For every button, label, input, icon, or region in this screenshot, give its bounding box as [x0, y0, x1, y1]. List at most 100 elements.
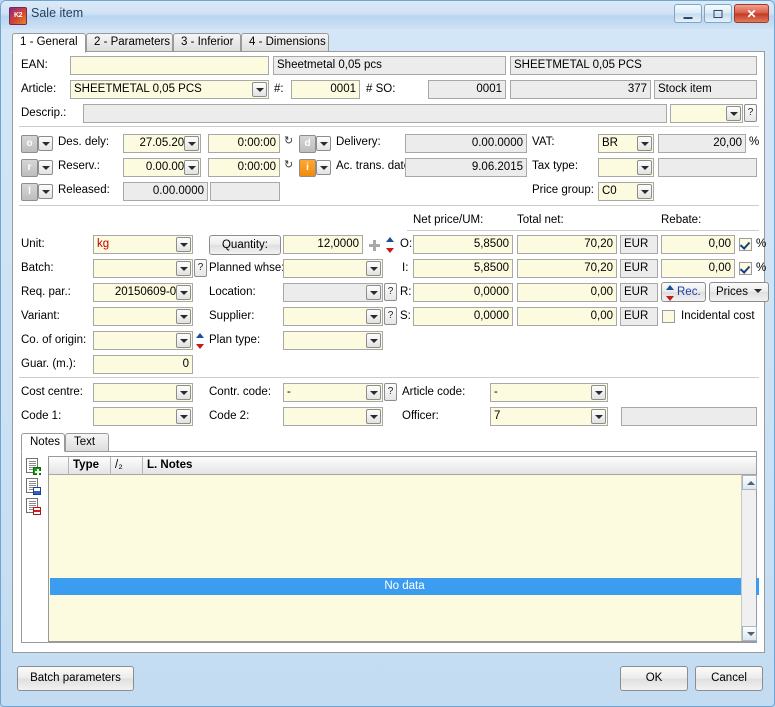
total-net-s-input[interactable]: 0,00 [517, 307, 617, 326]
notes-col-select[interactable] [49, 457, 69, 475]
des-dely-date-dropdown-icon[interactable] [184, 136, 199, 151]
planned-whse-dropdown-icon[interactable] [366, 261, 381, 276]
currency-s: EUR [620, 307, 658, 326]
notes-col-type[interactable]: Type [69, 457, 111, 475]
quantity-add-icon[interactable] [369, 240, 380, 251]
code2-label: Code 2: [209, 410, 250, 422]
descrip-dropdown-icon[interactable] [726, 106, 741, 121]
supplier-dropdown-icon[interactable] [366, 309, 381, 324]
rebate-o-percent-sign: % [756, 238, 767, 250]
maximize-button[interactable] [704, 4, 732, 23]
batch-dropdown-icon[interactable] [176, 261, 191, 276]
ac-trans-state-dropdown-icon[interactable] [316, 160, 331, 175]
incidental-cost-checkbox[interactable] [662, 310, 675, 323]
plan-type-dropdown-icon[interactable] [366, 333, 381, 348]
note-delete-icon[interactable] [26, 498, 41, 515]
descrip-input[interactable] [83, 104, 667, 123]
code2-dropdown-icon[interactable] [366, 409, 381, 424]
article-code-dropdown-icon[interactable] [591, 385, 606, 400]
total-net-i-input[interactable]: 70,20 [517, 259, 617, 278]
ac-trans-state-badge[interactable]: i [299, 159, 316, 177]
rebate-i-checkbox[interactable] [739, 262, 752, 275]
officer-dropdown-icon[interactable] [591, 409, 606, 424]
net-price-i-input[interactable]: 5,8500 [413, 259, 513, 278]
des-dely-time-input[interactable]: 0:00:00 [208, 134, 280, 153]
delivery-state-dropdown-icon[interactable] [316, 136, 331, 151]
quantity-input[interactable]: 12,0000 [283, 235, 363, 254]
vat-label: VAT: [532, 136, 555, 148]
unit-dropdown-icon[interactable] [176, 237, 191, 252]
cost-centre-label: Cost centre: [21, 386, 83, 398]
close-button[interactable]: ✕ [734, 4, 769, 23]
note-add-icon[interactable] [26, 458, 41, 475]
tax-type-dropdown-icon[interactable] [637, 160, 652, 175]
req-par-dropdown-icon[interactable] [176, 285, 191, 300]
cancel-button[interactable]: Cancel [695, 666, 763, 691]
co-origin-spinner-icon[interactable] [195, 333, 206, 349]
location-dropdown-icon[interactable] [366, 285, 381, 300]
batch-parameters-button[interactable]: Batch parameters [17, 666, 134, 691]
ean-input[interactable] [70, 56, 269, 75]
quantity-spinner-icon[interactable] [385, 237, 396, 253]
prices-button[interactable]: Prices [709, 282, 769, 302]
location-help-icon[interactable]: ? [384, 283, 397, 301]
rec-button[interactable]: Rec. [661, 282, 706, 302]
price-group-dropdown-icon[interactable] [637, 184, 652, 199]
notes-empty-row[interactable]: No data [50, 578, 759, 595]
rebate-i-input[interactable]: 0,00 [661, 259, 735, 278]
des-dely-undo-icon[interactable]: ↻ [284, 136, 295, 148]
rebate-o-checkbox[interactable] [739, 238, 752, 251]
stock-item-value: Stock item [654, 80, 757, 99]
net-price-s-input[interactable]: 0,0000 [413, 307, 513, 326]
reserv-time-input[interactable]: 0:00:00 [208, 158, 280, 177]
article-dropdown-icon[interactable] [252, 82, 267, 97]
des-dely-state-dropdown-icon[interactable] [38, 136, 53, 151]
ok-button[interactable]: OK [620, 666, 688, 691]
contr-code-help-icon[interactable]: ? [384, 383, 397, 401]
scroll-down-icon[interactable] [742, 626, 757, 641]
batch-help-icon[interactable]: ? [194, 259, 207, 277]
co-origin-dropdown-icon[interactable] [176, 333, 191, 348]
net-price-o-input[interactable]: 5,8500 [413, 235, 513, 254]
total-net-r-input[interactable]: 0,00 [517, 283, 617, 302]
tab-general[interactable]: 1 - General [12, 33, 86, 53]
des-dely-state-badge[interactable]: o [21, 135, 38, 153]
article-input[interactable]: SHEETMETAL 0,05 PCS [70, 80, 269, 99]
vat-dropdown-icon[interactable] [637, 136, 652, 151]
contr-code-dropdown-icon[interactable] [366, 385, 381, 400]
guar-input[interactable]: 0 [93, 355, 193, 374]
released-state-badge[interactable]: l [21, 183, 38, 201]
descrip-help-icon[interactable]: ? [744, 104, 757, 122]
prices-dropdown-icon[interactable] [751, 284, 766, 299]
reserv-undo-icon[interactable]: ↻ [284, 160, 295, 172]
notes-col-lnotes[interactable]: L. Notes [143, 457, 743, 475]
delivery-state-badge[interactable]: d [299, 135, 316, 153]
tab-dimensions[interactable]: 4 - Dimensions [241, 33, 329, 52]
minimize-button[interactable] [674, 4, 702, 23]
subtab-notes[interactable]: Notes [21, 433, 65, 452]
tab-inferior[interactable]: 3 - Inferior [173, 33, 241, 52]
variant-dropdown-icon[interactable] [176, 309, 191, 324]
supplier-help-icon[interactable]: ? [384, 307, 397, 325]
scroll-up-icon[interactable] [742, 475, 757, 490]
ac-trans-date-label: Ac. trans. date: [336, 160, 414, 172]
rebate-i-percent-sign: % [756, 262, 767, 274]
total-net-o-input[interactable]: 70,20 [517, 235, 617, 254]
subtab-text[interactable]: Text [65, 433, 109, 451]
released-state-dropdown-icon[interactable] [38, 184, 53, 199]
tab-parameters[interactable]: 2 - Parameters [86, 33, 173, 52]
notes-col-sort[interactable]: /₂ [111, 457, 143, 475]
reserv-state-badge[interactable]: r [21, 159, 38, 177]
note-edit-icon[interactable] [26, 478, 41, 495]
hash-input[interactable]: 0001 [291, 80, 360, 99]
rebate-o-input[interactable]: 0,00 [661, 235, 735, 254]
net-price-r-input[interactable]: 0,0000 [413, 283, 513, 302]
reserv-date-dropdown-icon[interactable] [184, 160, 199, 175]
cost-centre-dropdown-icon[interactable] [176, 385, 191, 400]
article-label: Article: [21, 83, 57, 95]
notes-scrollbar[interactable] [741, 475, 757, 641]
quantity-button[interactable]: Quantity: [209, 235, 281, 255]
code1-dropdown-icon[interactable] [176, 409, 191, 424]
reserv-state-dropdown-icon[interactable] [38, 160, 53, 175]
article-number: 377 [510, 80, 651, 99]
